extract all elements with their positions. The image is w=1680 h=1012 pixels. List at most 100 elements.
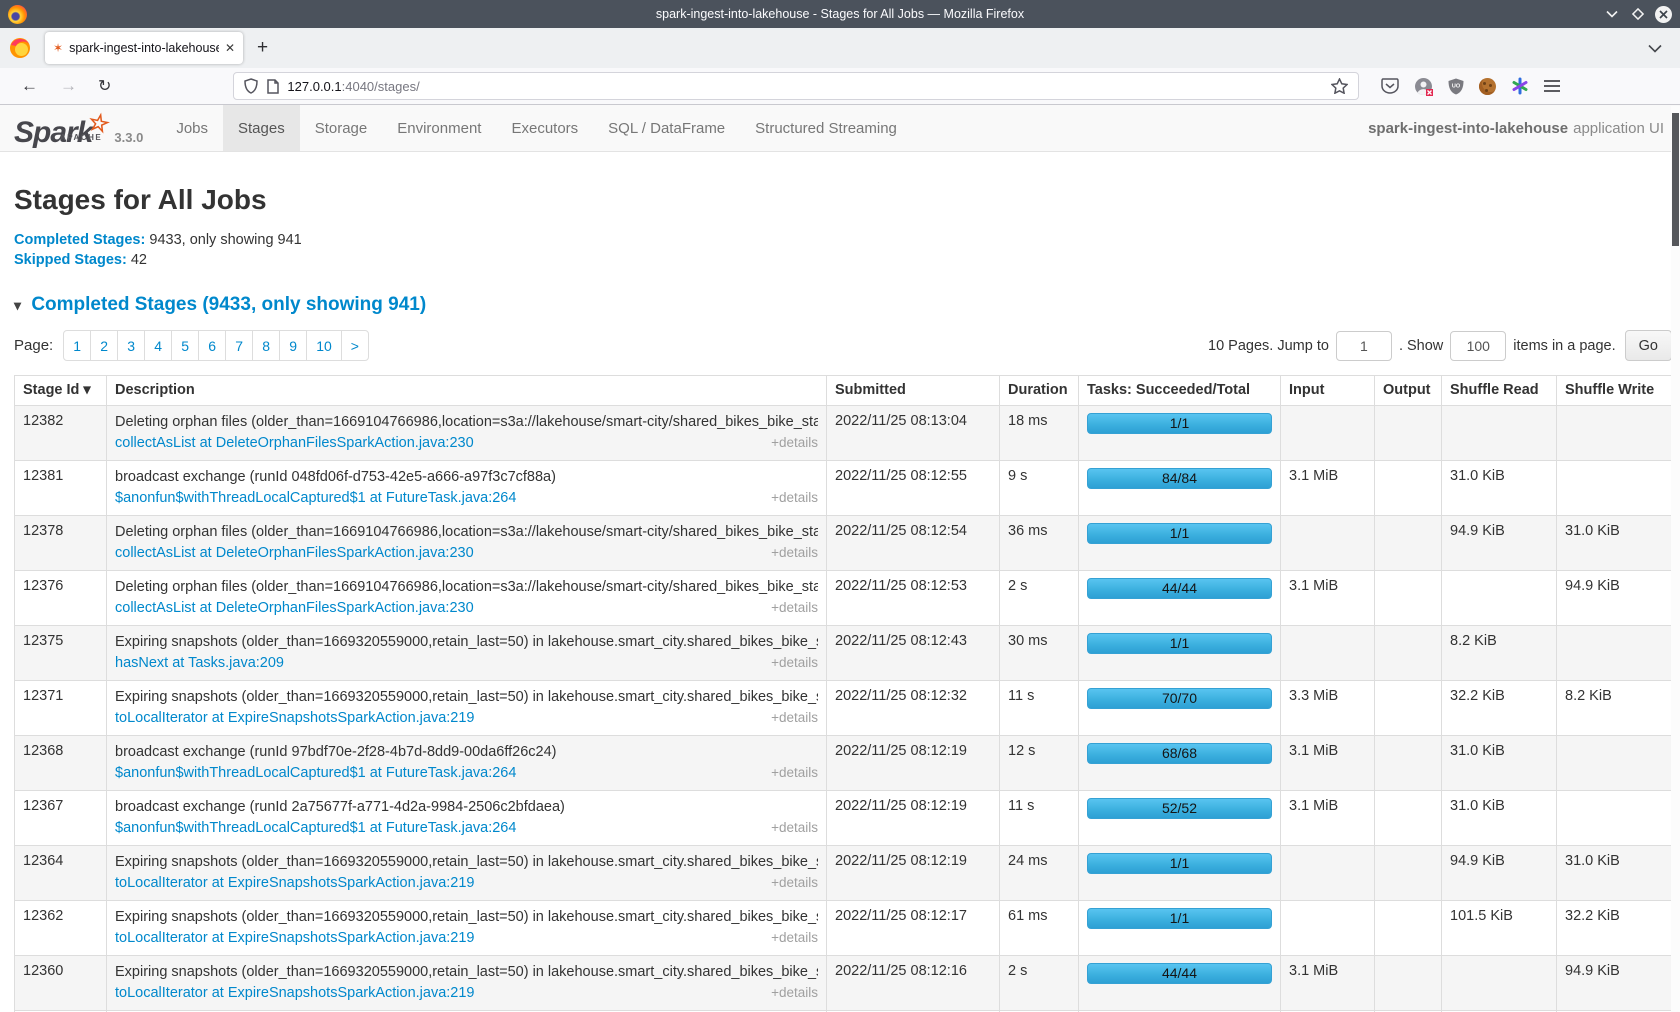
tasks-count: 68/68 (1162, 745, 1197, 761)
nav-tab-jobs[interactable]: Jobs (161, 105, 223, 151)
pocket-icon[interactable] (1381, 78, 1399, 94)
table-row: 12371 Expiring snapshots (older_than=166… (15, 681, 1673, 736)
details-toggle[interactable]: +details (771, 818, 818, 837)
column-header[interactable]: Shuffle Read (1442, 376, 1557, 406)
column-header[interactable]: Tasks: Succeeded/Total (1079, 376, 1281, 406)
page-button-9[interactable]: 9 (279, 330, 307, 361)
column-header[interactable]: Submitted (827, 376, 1000, 406)
description-cell: Deleting orphan files (older_than=166910… (107, 571, 827, 626)
duration-cell: 36 ms (1000, 516, 1079, 571)
url-bar[interactable]: 127.0.0.1:4040/stages/ (233, 72, 1359, 100)
asterisk-extension-icon[interactable] (1511, 77, 1529, 95)
shield-icon[interactable] (244, 78, 258, 94)
stage-callsite-link[interactable]: collectAsList at DeleteOrphanFilesSparkA… (115, 599, 474, 618)
tasks-count: 1/1 (1170, 415, 1189, 431)
stage-callsite-link[interactable]: toLocalIterator at ExpireSnapshotsSparkA… (115, 874, 475, 893)
nav-tab-executors[interactable]: Executors (496, 105, 593, 151)
stage-callsite-link[interactable]: toLocalIterator at ExpireSnapshotsSparkA… (115, 984, 475, 1003)
column-header[interactable]: Shuffle Write (1557, 376, 1673, 406)
table-header-row: Stage Id ▾DescriptionSubmittedDurationTa… (15, 376, 1673, 406)
details-toggle[interactable]: +details (771, 928, 818, 947)
nav-tab-structured-streaming[interactable]: Structured Streaming (740, 105, 912, 151)
column-header[interactable]: Stage Id ▾ (15, 376, 107, 406)
next-page-button[interactable]: > (341, 330, 369, 361)
input-cell: 3.1 MiB (1281, 956, 1375, 1011)
browser-tab[interactable]: ✶ spark-ingest-into-lakehouse ✕ (45, 32, 243, 64)
stage-callsite-link[interactable]: collectAsList at DeleteOrphanFilesSparkA… (115, 434, 474, 453)
page-button-8[interactable]: 8 (252, 330, 280, 361)
details-toggle[interactable]: +details (771, 763, 818, 782)
page-button-6[interactable]: 6 (198, 330, 226, 361)
stage-callsite-link[interactable]: toLocalIterator at ExpireSnapshotsSparkA… (115, 709, 475, 728)
items-per-page-input[interactable] (1450, 331, 1506, 361)
details-toggle[interactable]: +details (771, 543, 818, 562)
page-content: Stages for All Jobs Completed Stages: 94… (0, 184, 1672, 1012)
column-header[interactable]: Description (107, 376, 827, 406)
details-toggle[interactable]: +details (771, 653, 818, 672)
list-all-tabs-icon[interactable] (1648, 44, 1662, 53)
page-info-icon[interactable] (267, 79, 279, 94)
jump-to-page-input[interactable] (1336, 331, 1392, 361)
tasks-count: 52/52 (1162, 800, 1197, 816)
shuffle-read-cell: 94.9 KiB (1442, 846, 1557, 901)
show-text: . Show (1399, 338, 1443, 354)
submitted-cell: 2022/11/25 08:12:32 (827, 681, 1000, 736)
new-tab-button[interactable]: + (257, 37, 268, 59)
stage-callsite-link[interactable]: $anonfun$withThreadLocalCaptured$1 at Fu… (115, 764, 516, 783)
spark-logo[interactable]: APACHESpark☆ 3.3.0 (0, 105, 147, 151)
stage-description: Expiring snapshots (older_than=166932055… (115, 908, 818, 927)
scrollbar-thumb[interactable] (1672, 113, 1679, 246)
stage-callsite-link[interactable]: toLocalIterator at ExpireSnapshotsSparkA… (115, 929, 475, 948)
input-cell: 3.3 MiB (1281, 681, 1375, 736)
details-toggle[interactable]: +details (771, 433, 818, 452)
page-button-2[interactable]: 2 (90, 330, 118, 361)
nav-tab-environment[interactable]: Environment (382, 105, 496, 151)
tasks-count: 1/1 (1170, 855, 1189, 871)
ublock-shield-icon[interactable]: UO (1448, 78, 1464, 95)
stage-callsite-link[interactable]: $anonfun$withThreadLocalCaptured$1 at Fu… (115, 819, 516, 838)
details-toggle[interactable]: +details (771, 488, 818, 507)
tab-close-icon[interactable]: ✕ (225, 41, 235, 55)
page-button-7[interactable]: 7 (225, 330, 253, 361)
nav-tab-stages[interactable]: Stages (223, 105, 300, 151)
shuffle-read-cell: 101.5 KiB (1442, 901, 1557, 956)
column-header[interactable]: Duration (1000, 376, 1079, 406)
back-button[interactable]: ← (21, 76, 38, 96)
stage-description: Expiring snapshots (older_than=166932055… (115, 963, 818, 982)
page-scrollbar[interactable] (1671, 106, 1680, 1012)
forward-button[interactable]: → (60, 76, 77, 96)
output-cell (1375, 516, 1442, 571)
bookmark-star-icon[interactable] (1331, 78, 1348, 94)
page-button-5[interactable]: 5 (171, 330, 199, 361)
details-toggle[interactable]: +details (771, 708, 818, 727)
details-toggle[interactable]: +details (771, 983, 818, 1002)
stage-callsite-link[interactable]: hasNext at Tasks.java:209 (115, 654, 284, 673)
go-button[interactable]: Go (1625, 330, 1672, 361)
page-button-3[interactable]: 3 (117, 330, 145, 361)
completed-stages-section-toggle[interactable]: ▾ Completed Stages (9433, only showing 9… (14, 294, 1672, 316)
page-button-1[interactable]: 1 (63, 330, 91, 361)
column-header[interactable]: Input (1281, 376, 1375, 406)
column-header[interactable]: Output (1375, 376, 1442, 406)
completed-stages-label: Completed Stages: (14, 232, 145, 248)
stage-callsite-link[interactable]: $anonfun$withThreadLocalCaptured$1 at Fu… (115, 489, 516, 508)
nav-tab-storage[interactable]: Storage (300, 105, 383, 151)
shuffle-read-cell (1442, 571, 1557, 626)
cookie-extension-icon[interactable] (1479, 78, 1496, 95)
page-button-10[interactable]: 10 (306, 330, 342, 361)
tasks-cell: 68/68 (1079, 736, 1281, 791)
details-toggle[interactable]: +details (771, 598, 818, 617)
output-cell (1375, 791, 1442, 846)
shuffle-write-cell: 94.9 KiB (1557, 956, 1673, 1011)
account-icon[interactable] (1414, 77, 1433, 96)
reload-button[interactable]: ↻ (98, 76, 111, 96)
description-cell: Expiring snapshots (older_than=166932055… (107, 901, 827, 956)
stage-callsite-link[interactable]: collectAsList at DeleteOrphanFilesSparkA… (115, 544, 474, 563)
tasks-count: 1/1 (1170, 635, 1189, 651)
hamburger-menu-icon[interactable] (1544, 80, 1560, 92)
spark-star-icon: ☆ (85, 107, 111, 141)
details-toggle[interactable]: +details (771, 873, 818, 892)
page-button-4[interactable]: 4 (144, 330, 172, 361)
nav-tab-sql-dataframe[interactable]: SQL / DataFrame (593, 105, 740, 151)
pages-jump-text: 10 Pages. Jump to (1208, 338, 1329, 354)
